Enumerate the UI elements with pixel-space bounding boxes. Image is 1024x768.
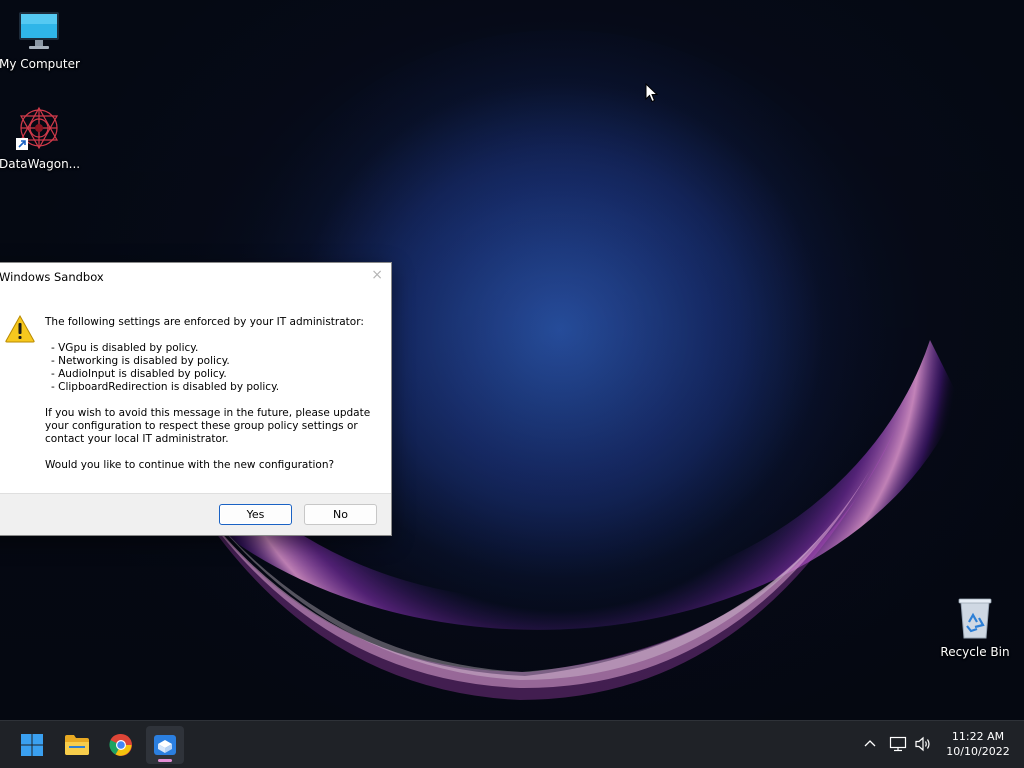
windows-sandbox-dialog: Windows Sandbox × The following settings…	[0, 262, 392, 536]
close-button[interactable]: ×	[371, 267, 383, 283]
dialog-advice: If you wish to avoid this message in the…	[45, 407, 385, 446]
taskbar-windows-sandbox[interactable]	[146, 726, 184, 764]
network-icon[interactable]	[889, 735, 907, 753]
taskbar-file-explorer[interactable]	[58, 726, 96, 764]
start-button[interactable]	[13, 726, 51, 764]
datawagon-icon	[16, 106, 59, 150]
folder-icon	[65, 735, 89, 755]
dialog-advice-line: contact your local IT administrator.	[45, 433, 229, 445]
chrome-icon	[109, 733, 132, 756]
dialog-heading: The following settings are enforced by y…	[45, 316, 364, 328]
dialog-advice-line: If you wish to avoid this message in the…	[45, 407, 371, 419]
clock-time: 11:22 AM	[951, 730, 1005, 743]
mouse-cursor-icon	[645, 83, 659, 103]
sandbox-icon	[154, 735, 176, 755]
desktop-icon-my-computer[interactable]: My Computer	[0, 10, 80, 71]
recycle-bin-icon	[958, 598, 992, 639]
volume-icon[interactable]	[914, 735, 932, 753]
policy-item: - Networking is disabled by policy.	[51, 355, 230, 367]
desktop-icon-datawagon[interactable]: DataWagon...	[0, 106, 81, 171]
policy-item: - VGpu is disabled by policy.	[51, 342, 199, 354]
running-indicator	[158, 759, 172, 762]
dialog-button-bar: Yes No	[0, 493, 391, 535]
yes-button[interactable]: Yes	[219, 504, 292, 525]
desktop-icon-label: Recycle Bin	[940, 645, 1010, 659]
taskbar-chrome[interactable]	[102, 726, 140, 764]
policy-item: - ClipboardRedirection is disabled by po…	[51, 381, 280, 393]
policy-list: - VGpu is disabled by policy. - Networki…	[51, 342, 385, 394]
warning-icon	[5, 315, 35, 343]
desktop-icon-label: My Computer	[0, 57, 80, 71]
desktop-icon-recycle-bin[interactable]: Recycle Bin	[935, 596, 1015, 659]
monitor-icon	[19, 12, 59, 49]
desktop-icon-label: DataWagon...	[0, 157, 81, 171]
dialog-title: Windows Sandbox	[0, 270, 104, 284]
dialog-message: The following settings are enforced by y…	[45, 316, 385, 472]
policy-item: - AudioInput is disabled by policy.	[51, 368, 227, 380]
clock-date: 10/10/2022	[946, 745, 1010, 758]
taskbar: 11:22 AM 10/10/2022	[0, 720, 1024, 768]
windows-logo-icon	[21, 734, 43, 756]
clock[interactable]: 11:22 AM 10/10/2022	[940, 729, 1016, 759]
dialog-question: Would you like to continue with the new …	[45, 459, 335, 471]
chevron-up-icon[interactable]	[862, 735, 878, 751]
desktop: My Computer DataWagon... Recycle Bin Win…	[0, 0, 1024, 720]
dialog-advice-line: your configuration to respect these grou…	[45, 420, 358, 432]
no-button[interactable]: No	[304, 504, 377, 525]
